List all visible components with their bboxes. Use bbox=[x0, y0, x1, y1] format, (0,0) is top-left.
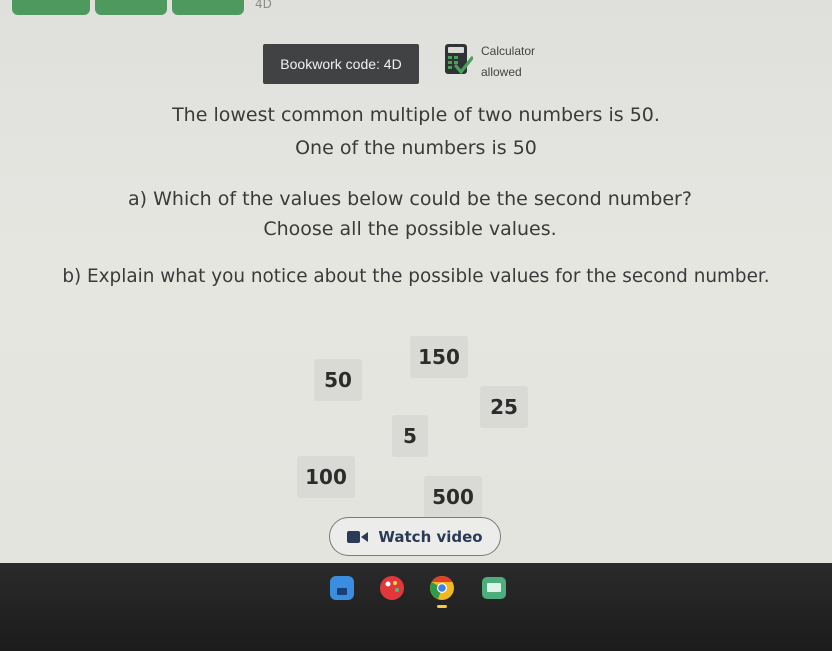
top-tab[interactable] bbox=[95, 0, 167, 15]
value-card-500[interactable]: 500 bbox=[424, 476, 482, 518]
question-line2: One of the numbers is 50 bbox=[295, 137, 537, 159]
paint-app-icon[interactable] bbox=[378, 574, 406, 602]
watch-video-label: Watch video bbox=[378, 527, 483, 546]
top-tab-strip: 4D bbox=[0, 0, 832, 16]
value-card-150[interactable]: 150 bbox=[410, 336, 468, 378]
top-tab[interactable] bbox=[12, 0, 90, 15]
top-tab-label: 4D bbox=[255, 0, 272, 11]
calculator-allowed-label: Calculator allowed bbox=[481, 41, 535, 83]
value-card-5[interactable]: 5 bbox=[392, 415, 428, 457]
calculator-icon bbox=[445, 44, 473, 75]
question-part-a: a) Which of the values below could be th… bbox=[128, 188, 692, 210]
bookwork-code-badge: Bookwork code: 4D bbox=[263, 44, 419, 84]
value-card-100[interactable]: 100 bbox=[297, 456, 355, 498]
active-app-indicator bbox=[437, 605, 447, 608]
calculator-line1: Calculator bbox=[481, 44, 536, 58]
top-tab[interactable] bbox=[172, 0, 244, 15]
watch-video-button[interactable]: Watch video bbox=[329, 517, 501, 556]
screen-app-icon[interactable] bbox=[480, 574, 508, 602]
taskbar bbox=[0, 563, 832, 651]
question-part-a-sub: Choose all the possible values. bbox=[263, 218, 557, 240]
question-line1: The lowest common multiple of two number… bbox=[172, 104, 660, 126]
files-app-icon[interactable] bbox=[328, 574, 356, 602]
value-card-25[interactable]: 25 bbox=[480, 386, 528, 428]
calculator-line2: allowed bbox=[481, 65, 522, 79]
chrome-browser-icon[interactable] bbox=[428, 574, 456, 602]
value-card-50[interactable]: 50 bbox=[314, 359, 362, 401]
video-camera-icon bbox=[347, 530, 369, 543]
question-part-b: b) Explain what you notice about the pos… bbox=[62, 266, 770, 287]
